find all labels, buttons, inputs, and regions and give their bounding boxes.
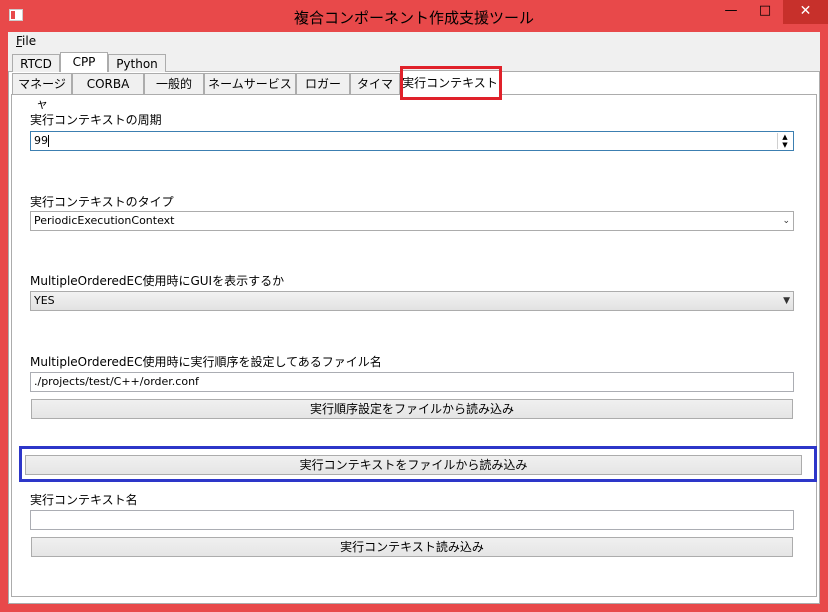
show-gui-label: MultipleOrderedEC使用時にGUIを表示するか bbox=[30, 274, 285, 288]
maximize-icon: □ bbox=[758, 3, 772, 18]
menu-file-label: ile bbox=[22, 34, 37, 48]
ec-type-label: 実行コンテキストのタイプ bbox=[30, 195, 174, 209]
spin-buttons[interactable]: ▲ ▼ bbox=[777, 133, 792, 149]
period-label: 実行コンテキストの周期 bbox=[30, 113, 162, 127]
order-file-input[interactable]: ./projects/test/C++/order.conf bbox=[30, 372, 794, 392]
window-title: 複合コンポーネント作成支援ツール bbox=[293, 9, 534, 27]
ec-name-input[interactable] bbox=[30, 510, 794, 530]
window-frame-left bbox=[0, 32, 8, 612]
maximize-button[interactable]: □ bbox=[750, 0, 780, 24]
menu-file[interactable]: File bbox=[16, 34, 36, 48]
spin-up-icon[interactable]: ▲ bbox=[778, 133, 792, 141]
menu-bar: File bbox=[8, 32, 820, 51]
tab-general[interactable]: 一般的 bbox=[144, 73, 204, 94]
close-icon: ✕ bbox=[799, 3, 812, 19]
tab-cpp[interactable]: CPP bbox=[60, 52, 108, 72]
period-value: 99 bbox=[34, 134, 48, 147]
title-bar: 複合コンポーネント作成支援ツール — □ ✕ bbox=[0, 0, 828, 32]
tab-corba[interactable]: CORBA bbox=[72, 73, 144, 94]
load-ec-button[interactable]: 実行コンテキスト読み込み bbox=[31, 537, 793, 557]
close-button[interactable]: ✕ bbox=[783, 0, 828, 24]
show-gui-combobox[interactable]: YES ▼ bbox=[30, 291, 794, 311]
window-frame-right bbox=[820, 32, 828, 612]
load-order-from-file-button[interactable]: 実行順序設定をファイルから読み込み bbox=[31, 399, 793, 419]
window-frame-bottom bbox=[0, 604, 828, 612]
minimize-icon: — bbox=[724, 3, 738, 18]
tab-rtcd[interactable]: RTCD bbox=[12, 54, 60, 72]
show-gui-value: YES bbox=[34, 294, 55, 307]
ec-name-label: 実行コンテキスト名 bbox=[30, 493, 138, 507]
order-file-label: MultipleOrderedEC使用時に実行順序を設定してあるファイル名 bbox=[30, 355, 382, 369]
load-ec-from-file-button[interactable]: 実行コンテキストをファイルから読み込み bbox=[25, 455, 802, 475]
tab-logger[interactable]: ロガー bbox=[296, 73, 350, 94]
period-spinbox[interactable]: 99 ▲ ▼ bbox=[30, 131, 794, 151]
tab-timer[interactable]: タイマ bbox=[350, 73, 400, 94]
tab-manager[interactable]: マネージャ bbox=[12, 73, 72, 111]
minimize-button[interactable]: — bbox=[716, 0, 746, 24]
tab-execution-context[interactable]: 実行コンテキスト bbox=[400, 70, 500, 95]
ec-type-value: PeriodicExecutionContext bbox=[34, 214, 175, 227]
tab-python[interactable]: Python bbox=[108, 54, 166, 72]
dropdown-arrow-icon[interactable]: ▼ bbox=[783, 292, 790, 310]
chevron-down-icon[interactable]: ⌄ bbox=[782, 212, 790, 230]
tab-naming-service[interactable]: ネームサービス bbox=[204, 73, 296, 94]
spin-down-icon[interactable]: ▼ bbox=[778, 141, 792, 149]
ec-type-combobox[interactable]: PeriodicExecutionContext ⌄ bbox=[30, 211, 794, 231]
